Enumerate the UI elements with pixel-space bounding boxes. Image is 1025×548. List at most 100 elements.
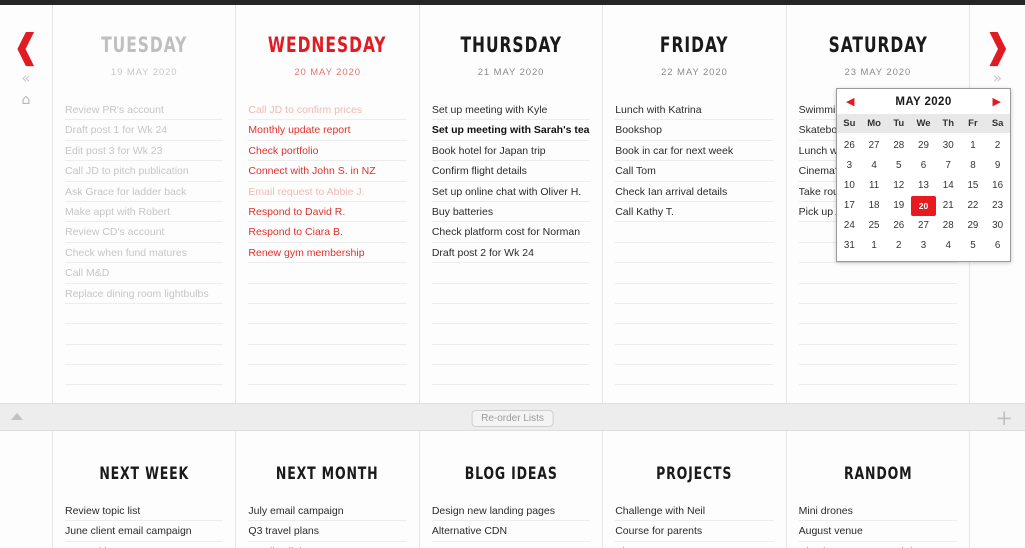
task-item[interactable]: Edit post 3 for Wk 23 [65, 141, 224, 162]
task-item[interactable]: Call M&D [65, 263, 224, 284]
task-item[interactable]: Set up online chat with Oliver H. [431, 182, 591, 202]
day-date[interactable]: 19 MAY 2020 [65, 67, 223, 78]
calendar-day[interactable]: 12 [886, 176, 911, 196]
list-item[interactable]: Review topic list [65, 501, 224, 522]
calendar-day[interactable]: 30 [985, 216, 1010, 236]
calendar-day[interactable]: 8 [961, 156, 986, 176]
list-item[interactable]: Mini drones [798, 501, 958, 522]
list-item[interactable] [432, 542, 590, 548]
day-date[interactable]: 21 MAY 2020 [432, 67, 590, 78]
task-item-empty[interactable]: . [798, 324, 958, 345]
calendar-day[interactable]: 1 [862, 236, 887, 256]
task-item-empty[interactable]: . [248, 284, 407, 304]
task-item-empty[interactable]: . [798, 365, 958, 386]
task-item-empty[interactable]: . [615, 222, 774, 243]
list-item[interactable]: August venue [798, 521, 958, 542]
calendar-day[interactable]: 28 [936, 216, 961, 236]
calendar-day[interactable]: 4 [936, 236, 961, 256]
calendar-day[interactable]: 26 [837, 136, 862, 156]
task-item-empty[interactable]: . [65, 304, 224, 325]
task-item[interactable]: Monthly update report [248, 120, 407, 141]
task-item-empty[interactable]: . [431, 324, 591, 345]
task-item-empty[interactable]: . [431, 365, 591, 386]
list-item[interactable]: Course for parents [615, 521, 774, 542]
task-item-empty[interactable]: . [798, 284, 958, 304]
task-item-empty[interactable]: . [798, 304, 958, 325]
list-item[interactable]: July email campaign [248, 501, 407, 522]
task-item-empty[interactable]: . [431, 284, 591, 304]
task-item[interactable]: Call Kathy T. [615, 202, 774, 223]
calendar-day[interactable]: 21 [936, 196, 961, 216]
task-item-empty[interactable]: . [615, 345, 774, 366]
chevron-double-right-icon[interactable]: » [993, 71, 1002, 86]
calendar-day[interactable]: 3 [837, 156, 862, 176]
add-list-plus-icon[interactable]: + [995, 407, 1013, 429]
task-item-empty[interactable]: . [615, 304, 774, 325]
calendar-day[interactable]: 18 [862, 196, 887, 216]
calendar-day[interactable]: 27 [911, 216, 936, 236]
list-item[interactable]: Design new landing pages [431, 501, 591, 522]
task-item-empty[interactable]: . [65, 365, 224, 386]
task-item[interactable]: Confirm flight details [431, 161, 591, 182]
list-item[interactable]: Check semester 1 end date [799, 542, 957, 548]
task-item[interactable]: Ask Grace for ladder back [65, 182, 224, 202]
task-item-empty[interactable]: . [248, 324, 407, 345]
list-item[interactable]: Piano [615, 542, 773, 548]
task-item[interactable]: Call JD to confirm prices [248, 100, 407, 121]
task-item-empty[interactable]: . [248, 345, 407, 366]
task-item[interactable]: Book in car for next week [615, 141, 774, 162]
calendar-day[interactable]: 3 [911, 236, 936, 256]
task-item[interactable]: Book hotel for Japan trip [431, 141, 591, 162]
task-item[interactable]: Lunch with Katrina [615, 100, 774, 121]
home-icon[interactable]: ⌂ [22, 93, 31, 107]
task-item-empty[interactable]: . [615, 365, 774, 386]
calendar-day[interactable]: 6 [985, 236, 1010, 256]
task-item-empty[interactable]: . [431, 304, 591, 325]
task-item[interactable]: Draft post 2 for Wk 24 [431, 243, 591, 264]
calendar-day[interactable]: 14 [936, 176, 961, 196]
task-item[interactable]: Respond to David R. [248, 202, 407, 223]
calendar-next-month-icon[interactable]: ▶ [993, 96, 1001, 107]
task-item[interactable]: Review CD's account [65, 222, 224, 243]
calendar-day[interactable]: 5 [961, 236, 986, 256]
task-item-empty[interactable]: . [615, 243, 774, 264]
task-item[interactable]: Buy batteries [431, 202, 591, 223]
task-item[interactable]: Draft post 1 for Wk 24 [65, 120, 224, 141]
calendar-day[interactable]: 16 [985, 176, 1010, 196]
task-item[interactable]: Email request to Abbie J. [248, 182, 407, 202]
calendar-day[interactable]: 2 [985, 136, 1010, 156]
day-date[interactable]: 20 MAY 2020 [248, 67, 406, 78]
task-item[interactable]: Review PR's account [65, 100, 224, 121]
calendar-day[interactable]: 17 [837, 196, 862, 216]
calendar-day[interactable]: 29 [961, 216, 986, 236]
list-item[interactable]: Meet with Tony R. [65, 542, 223, 548]
next-week-arrow-icon[interactable]: ❱ [983, 30, 1012, 64]
list-item[interactable]: Alternative CDN [431, 521, 591, 542]
task-item[interactable]: Replace dining room lightbulbs [65, 284, 224, 304]
day-date[interactable]: 23 MAY 2020 [799, 67, 957, 78]
calendar-day[interactable]: 1 [961, 136, 986, 156]
task-item[interactable]: Connect with John S. in NZ [248, 161, 407, 182]
task-item-empty[interactable]: . [615, 324, 774, 345]
calendar-day[interactable]: 19 [886, 196, 911, 216]
task-item-empty[interactable]: . [431, 345, 591, 366]
calendar-day[interactable]: 4 [862, 156, 887, 176]
task-item[interactable]: Check when fund matures [65, 243, 224, 264]
calendar-day[interactable]: 22 [961, 196, 986, 216]
prev-week-arrow-icon[interactable]: ❰ [12, 30, 41, 64]
day-date[interactable]: 22 MAY 2020 [615, 67, 773, 78]
collapse-triangle-up-icon[interactable] [11, 413, 23, 420]
list-item[interactable]: June client email campaign [65, 521, 224, 542]
calendar-day[interactable]: 26 [886, 216, 911, 236]
calendar-day[interactable]: 15 [961, 176, 986, 196]
reorder-lists-button[interactable]: Re-order Lists [471, 410, 554, 427]
calendar-day[interactable]: 6 [911, 156, 936, 176]
task-item-empty[interactable]: . [798, 263, 958, 284]
task-item-empty[interactable]: . [65, 345, 224, 366]
task-item-empty[interactable]: . [248, 365, 407, 386]
task-item-empty[interactable]: . [248, 304, 407, 325]
calendar-day[interactable]: 24 [837, 216, 862, 236]
calendar-day[interactable]: 11 [862, 176, 887, 196]
task-item[interactable]: Bookshop [615, 120, 774, 141]
calendar-day[interactable]: 27 [862, 136, 887, 156]
